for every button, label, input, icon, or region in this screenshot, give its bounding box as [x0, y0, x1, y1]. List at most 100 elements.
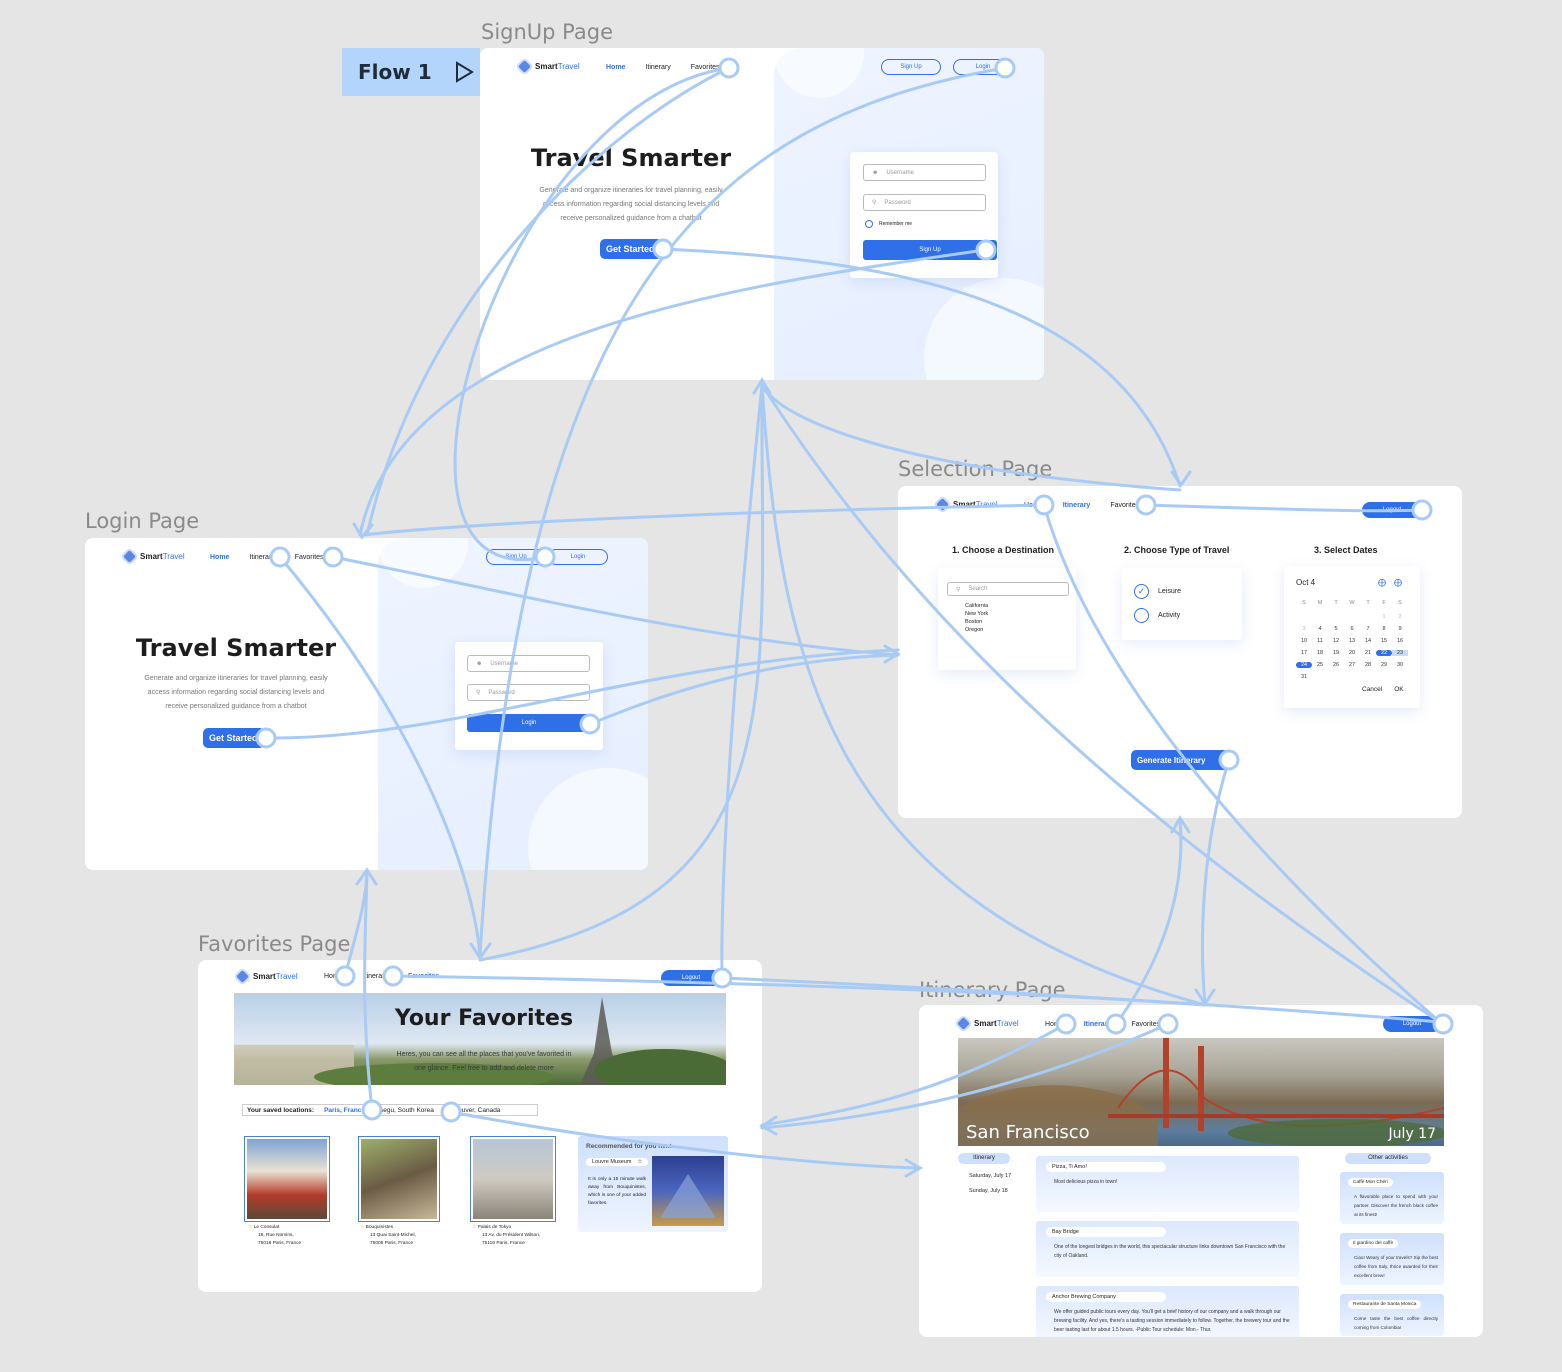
destination-option[interactable]: New York: [965, 610, 988, 618]
saved-location-tab[interactable]: Vancouver, Canada: [444, 1107, 501, 1114]
calendar-day[interactable]: 10: [1296, 638, 1312, 644]
star-icon[interactable]: ☆: [248, 1225, 252, 1230]
brand-logo[interactable]: Smart Travel: [957, 1017, 1019, 1030]
calendar-day[interactable]: 22: [1376, 650, 1392, 656]
signup-button[interactable]: Sign Up: [486, 549, 546, 565]
star-icon[interactable]: ☆: [637, 1159, 642, 1165]
calendar-day[interactable]: 7: [1360, 626, 1376, 632]
tab-itinerary[interactable]: Itinerary: [958, 1153, 1010, 1164]
itinerary-item[interactable]: Bay Bridge One of the longest bridges in…: [1036, 1221, 1299, 1277]
calendar-day[interactable]: 11: [1312, 638, 1328, 644]
other-activity-card[interactable]: Caffè Mon Chéri A flavorable place to sp…: [1340, 1172, 1444, 1224]
brand-logo[interactable]: Smart Travel: [236, 970, 298, 983]
louvre-image[interactable]: [652, 1156, 724, 1226]
password-field[interactable]: ⚲ Password: [863, 194, 986, 211]
nav-itinerary[interactable]: Itinerary: [645, 64, 670, 71]
nav-home[interactable]: Home: [210, 554, 229, 561]
nav-favorites[interactable]: Favorites: [408, 973, 439, 980]
password-field[interactable]: ⚲ Password: [467, 684, 590, 701]
calendar-day[interactable]: 23: [1392, 650, 1408, 656]
calendar-day[interactable]: 1: [1376, 614, 1392, 620]
calendar-day[interactable]: 9: [1392, 626, 1408, 632]
saved-location-tab[interactable]: Daegu, South Korea: [375, 1107, 434, 1114]
calendar-day[interactable]: 30: [1392, 662, 1408, 668]
calendar-day[interactable]: 12: [1328, 638, 1344, 644]
calendar-day[interactable]: 18: [1312, 650, 1328, 656]
generate-itinerary-button[interactable]: Generate Itinerary: [1131, 750, 1229, 770]
calendar-day[interactable]: 19: [1328, 650, 1344, 656]
nav-home[interactable]: Home: [1024, 502, 1043, 509]
destination-search-input[interactable]: ⚲ Search: [947, 582, 1069, 596]
signup-submit-button[interactable]: Sign Up: [863, 240, 997, 260]
favorite-card-image[interactable]: [358, 1136, 440, 1222]
itinerary-item[interactable]: Anchor Brewing Company We offer guided p…: [1036, 1286, 1299, 1337]
calendar-day[interactable]: 15: [1376, 638, 1392, 644]
get-started-button[interactable]: Get Started: [600, 239, 662, 259]
remember-me-checkbox[interactable]: Remember me: [865, 220, 912, 228]
calendar-day[interactable]: 5: [1328, 626, 1344, 632]
brand-logo[interactable]: Smart Travel: [936, 498, 998, 511]
calendar-day[interactable]: 14: [1360, 638, 1376, 644]
username-field[interactable]: ☻ Username: [467, 655, 590, 672]
saved-location-tab[interactable]: Paris, France: [324, 1107, 365, 1114]
login-button[interactable]: Login: [548, 549, 608, 565]
nav-home[interactable]: Home: [1045, 1021, 1064, 1028]
signup-button[interactable]: Sign Up: [881, 59, 941, 75]
calendar-day[interactable]: 26: [1328, 662, 1344, 668]
username-field[interactable]: ☻ Username: [863, 164, 986, 181]
next-month-icon[interactable]: ⨁: [1394, 578, 1402, 587]
favorite-card-image[interactable]: [244, 1136, 330, 1222]
brand-logo[interactable]: Smart Travel: [518, 60, 580, 73]
login-button[interactable]: Login: [953, 59, 1013, 75]
nav-itinerary[interactable]: Itinerary: [1084, 1021, 1112, 1028]
calendar-day[interactable]: 31: [1296, 674, 1312, 680]
calendar-day[interactable]: 16: [1392, 638, 1408, 644]
calendar-day[interactable]: 28: [1360, 662, 1376, 668]
destination-option[interactable]: Oregon: [965, 626, 988, 634]
nav-home[interactable]: Home: [606, 64, 625, 71]
itinerary-item[interactable]: Pizza, Ti Amo! Most delicious pizza in t…: [1036, 1156, 1299, 1212]
calendar-day[interactable]: 8: [1376, 626, 1392, 632]
nav-favorites[interactable]: Favorites: [1110, 502, 1139, 509]
calendar-day[interactable]: 4: [1312, 626, 1328, 632]
calendar-day[interactable]: 3: [1296, 626, 1312, 632]
calendar-day[interactable]: 29: [1376, 662, 1392, 668]
nav-itinerary[interactable]: Itinerary: [363, 973, 388, 980]
flow-start-button[interactable]: Flow 1: [342, 48, 480, 96]
brand-logo[interactable]: Smart Travel: [123, 550, 185, 563]
nav-itinerary[interactable]: Itinerary: [249, 554, 274, 561]
calendar-day[interactable]: 25: [1312, 662, 1328, 668]
calendar-day[interactable]: 2: [1392, 614, 1408, 620]
calendar-cancel-button[interactable]: Cancel: [1362, 686, 1382, 693]
calendar-day[interactable]: 17: [1296, 650, 1312, 656]
logout-button[interactable]: Logout: [1362, 502, 1422, 518]
star-icon[interactable]: ☆: [360, 1225, 364, 1230]
calendar-day[interactable]: 24: [1296, 662, 1312, 668]
star-icon[interactable]: ☆: [472, 1225, 476, 1230]
other-activity-card[interactable]: Restaurante de Santa Monica Come taste t…: [1340, 1294, 1444, 1336]
nav-favorites[interactable]: Favorites: [1131, 1021, 1160, 1028]
calendar-ok-button[interactable]: OK: [1394, 686, 1403, 693]
favorite-card-image[interactable]: [470, 1136, 556, 1222]
destination-option[interactable]: California: [965, 602, 988, 610]
type-option-activity[interactable]: Activity: [1134, 608, 1180, 623]
nav-favorites[interactable]: Favorites: [295, 554, 324, 561]
day-item[interactable]: Saturday, July 17: [969, 1169, 1011, 1184]
login-submit-button[interactable]: Login: [467, 714, 591, 732]
other-activity-card[interactable]: Il giardino del caffè Ciao! Weary of you…: [1340, 1233, 1444, 1285]
day-item[interactable]: Sunday, July 18: [969, 1184, 1011, 1199]
prev-month-icon[interactable]: ⨁: [1378, 578, 1386, 587]
get-started-button[interactable]: Get Started: [203, 728, 265, 748]
nav-itinerary[interactable]: Itinerary: [1063, 502, 1091, 509]
calendar-day[interactable]: 27: [1344, 662, 1360, 668]
calendar-day[interactable]: 21: [1360, 650, 1376, 656]
type-option-leisure[interactable]: ✓ Leisure: [1134, 584, 1181, 599]
nav-favorites[interactable]: Favorites: [691, 64, 720, 71]
calendar-day[interactable]: 13: [1344, 638, 1360, 644]
calendar-day[interactable]: 20: [1344, 650, 1360, 656]
logout-button[interactable]: Logout: [661, 970, 721, 986]
calendar-day[interactable]: 6: [1344, 626, 1360, 632]
logout-button[interactable]: Logout: [1383, 1016, 1441, 1032]
destination-option[interactable]: Boston: [965, 618, 988, 626]
nav-home[interactable]: Home: [324, 973, 343, 980]
